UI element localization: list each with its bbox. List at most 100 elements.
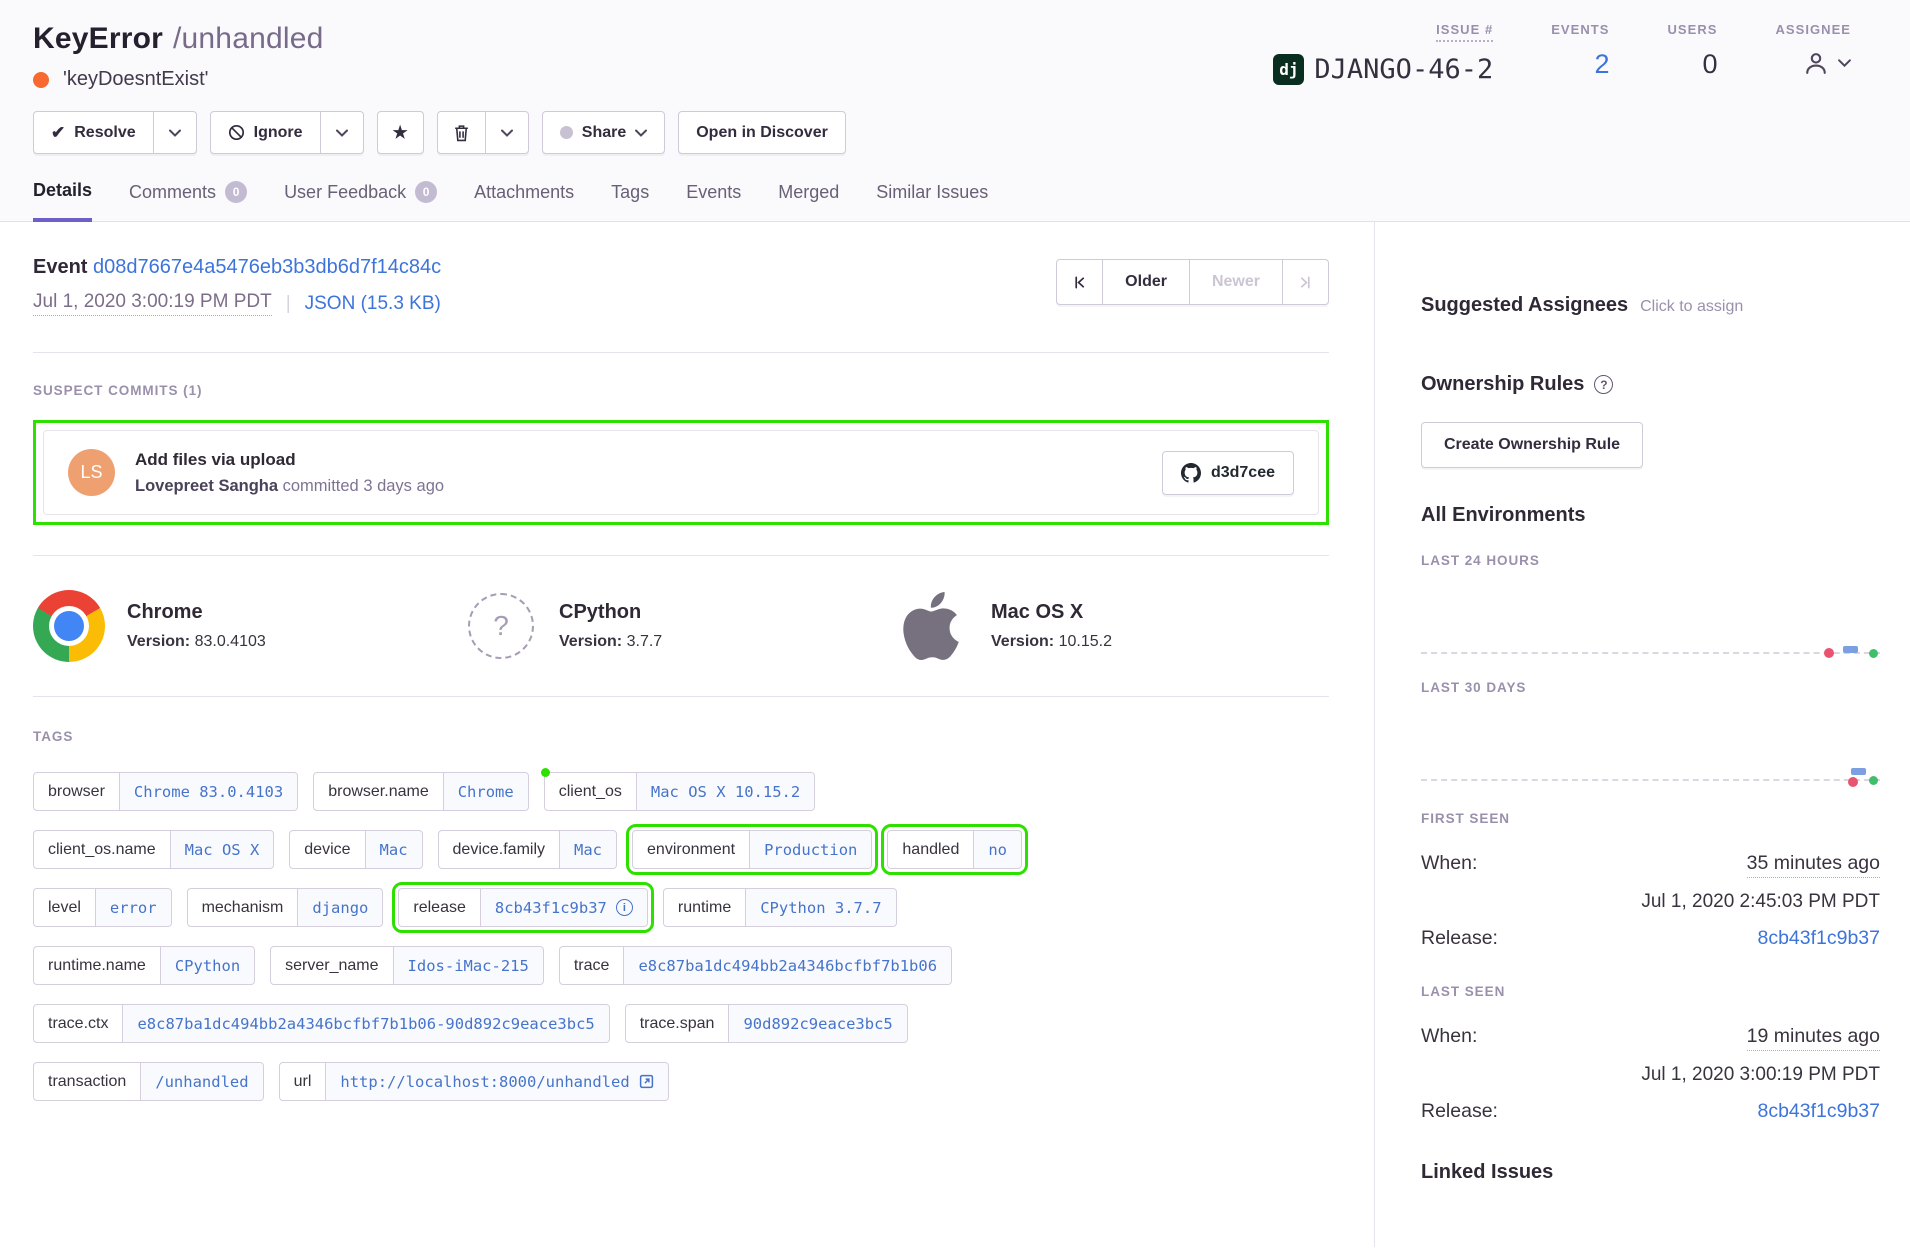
delete-dropdown-button[interactable]	[486, 111, 529, 154]
event-details-column: Event d08d7667e4a5476eb3b3db6d7f14c84c J…	[0, 222, 1375, 1247]
ownership-rules-heading: Ownership Rules	[1421, 373, 1584, 396]
sparkline-blue-marker	[1851, 768, 1866, 775]
tag-value-link[interactable]: /unhandled	[141, 1063, 262, 1100]
share-button[interactable]: Share	[542, 111, 665, 154]
create-ownership-rule-button[interactable]: Create Ownership Rule	[1421, 422, 1643, 468]
newer-event-button[interactable]: Newer	[1190, 259, 1283, 305]
first-seen-timestamp: Jul 1, 2020 2:45:03 PM PDT	[1421, 891, 1880, 913]
oldest-event-button[interactable]	[1056, 259, 1103, 305]
tag-pill-environment: environmentProduction	[632, 830, 872, 869]
tag-value-link[interactable]: django	[298, 889, 382, 926]
older-event-button[interactable]: Older	[1103, 259, 1190, 305]
tag-pill-runtime: runtimeCPython 3.7.7	[663, 888, 897, 927]
assignee-selector[interactable]	[1802, 49, 1851, 77]
tag-pill-browser: browserChrome 83.0.4103	[33, 772, 298, 811]
tab-tags[interactable]: Tags	[611, 180, 649, 221]
event-header: Event d08d7667e4a5476eb3b3db6d7f14c84c J…	[33, 222, 1329, 353]
commit-sha-button[interactable]: d3d7cee	[1162, 451, 1294, 495]
release-label: Release:	[1421, 927, 1498, 950]
event-id-link[interactable]: d08d7667e4a5476eb3b3db6d7f14c84c	[93, 256, 441, 278]
issue-sidebar: Suggested AssigneesClick to assign Owner…	[1375, 222, 1910, 1247]
chevron-down-icon	[336, 129, 348, 137]
event-json-link[interactable]: JSON (15.3 KB)	[305, 293, 441, 315]
sparkline-green-marker	[1869, 649, 1878, 658]
tag-value-link[interactable]: http://localhost:8000/unhandled	[326, 1063, 667, 1100]
tag-value-link[interactable]: Production	[750, 831, 871, 868]
skip-to-last-icon	[1298, 275, 1313, 290]
last-seen-relative-time: 19 minutes ago	[1747, 1025, 1880, 1051]
tag-pill-mechanism: mechanismdjango	[187, 888, 384, 927]
tag-value-link[interactable]: 8cb43f1c9b37i	[481, 889, 647, 926]
context-runtime: ? CPython Version: 3.7.7	[465, 590, 897, 662]
event-pagination: Older Newer	[1056, 259, 1329, 305]
resolve-button[interactable]: ✔Resolve	[33, 111, 154, 154]
tag-value-link[interactable]: e8c87ba1dc494bb2a4346bcfbf7b1b06-90d892c…	[123, 1005, 608, 1042]
comments-count-badge: 0	[225, 181, 247, 203]
open-in-discover-button[interactable]: Open in Discover	[678, 111, 846, 154]
tag-value-link[interactable]: Mac OS X	[171, 831, 274, 868]
tag-value-link[interactable]: Idos-iMac-215	[394, 947, 543, 984]
issue-tabs: Details Comments0 User Feedback0 Attachm…	[33, 180, 1877, 221]
tag-pill-device: deviceMac	[289, 830, 422, 869]
tab-attachments[interactable]: Attachments	[474, 180, 574, 221]
tag-value-link[interactable]: Mac	[366, 831, 422, 868]
first-seen-heading: FIRST SEEN	[1421, 811, 1880, 826]
tag-value-link[interactable]: CPython	[161, 947, 254, 984]
tags-heading: TAGS	[33, 729, 1329, 744]
event-contexts: Chrome Version: 83.0.4103 ? CPython Vers…	[33, 556, 1329, 697]
ignore-button[interactable]: Ignore	[210, 111, 321, 154]
linked-issues-heading: Linked Issues	[1421, 1161, 1880, 1184]
skip-to-latest-button[interactable]	[1283, 259, 1329, 305]
tag-value-link[interactable]: Chrome 83.0.4103	[120, 773, 297, 810]
chevron-down-icon	[1838, 59, 1851, 67]
tag-value-link[interactable]: no	[974, 831, 1021, 868]
first-seen-release-link[interactable]: 8cb43f1c9b37	[1757, 927, 1880, 950]
commit-title: Add files via upload	[135, 450, 1162, 470]
tab-events[interactable]: Events	[686, 180, 741, 221]
when-label: When:	[1421, 1025, 1477, 1048]
context-os: Mac OS X Version: 10.15.2	[897, 590, 1329, 662]
tab-details[interactable]: Details	[33, 180, 92, 222]
events-count[interactable]: 2	[1594, 49, 1609, 80]
help-icon[interactable]: ?	[1594, 375, 1613, 394]
assignee-label: ASSIGNEE	[1775, 22, 1851, 37]
sparkline-green-marker	[1869, 776, 1878, 785]
error-level-dot	[33, 72, 49, 88]
tag-pill-handled: handledno	[887, 830, 1022, 869]
tag-value-link[interactable]: error	[96, 889, 171, 926]
share-status-dot	[560, 126, 573, 139]
users-count[interactable]: 0	[1702, 49, 1717, 80]
tab-similar-issues[interactable]: Similar Issues	[876, 180, 988, 221]
tag-pill-level: levelerror	[33, 888, 172, 927]
resolve-dropdown-button[interactable]	[154, 111, 197, 154]
chrome-icon	[33, 590, 105, 662]
bookmark-button[interactable]: ★	[377, 111, 424, 154]
tab-user-feedback[interactable]: User Feedback0	[284, 180, 437, 221]
tab-comments[interactable]: Comments0	[129, 180, 247, 221]
issue-number-label: ISSUE #	[1436, 22, 1493, 42]
tag-pill-client-os: client_osMac OS X 10.15.2	[544, 772, 815, 811]
tag-value-link[interactable]: Chrome	[444, 773, 528, 810]
last-seen-release-link[interactable]: 8cb43f1c9b37	[1757, 1100, 1880, 1123]
tag-pill-trace-ctx: trace.ctxe8c87ba1dc494bb2a4346bcfbf7b1b0…	[33, 1004, 610, 1043]
sparkline-red-marker	[1848, 777, 1858, 787]
tag-value-link[interactable]: Mac OS X 10.15.2	[637, 773, 814, 810]
person-icon	[1802, 49, 1830, 77]
tag-pill-client-os-name: client_os.nameMac OS X	[33, 830, 274, 869]
events-sparkline-30d	[1421, 719, 1880, 781]
click-to-assign-hint: Click to assign	[1640, 298, 1743, 315]
tag-value-link[interactable]: CPython 3.7.7	[746, 889, 895, 926]
tag-value-link[interactable]: e8c87ba1dc494bb2a4346bcfbf7b1b06	[624, 947, 951, 984]
tag-value-link[interactable]: 90d892c9eace3bc5	[729, 1005, 906, 1042]
release-label: Release:	[1421, 1100, 1498, 1123]
when-label: When:	[1421, 852, 1477, 875]
tag-value-link[interactable]: Mac	[560, 831, 616, 868]
last-30-days-label: LAST 30 DAYS	[1421, 680, 1880, 695]
ignore-dropdown-button[interactable]	[321, 111, 364, 154]
check-icon: ✔	[51, 124, 65, 141]
tag-pill-url: urlhttp://localhost:8000/unhandled	[279, 1062, 669, 1101]
tab-merged[interactable]: Merged	[778, 180, 839, 221]
issue-number-value: dj DJANGO-46-2	[1273, 54, 1493, 85]
github-icon	[1181, 463, 1201, 483]
delete-button[interactable]	[437, 111, 486, 154]
